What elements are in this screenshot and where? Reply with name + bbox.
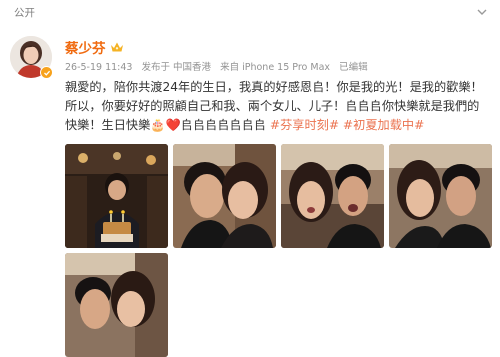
avatar-container[interactable]	[10, 36, 53, 79]
author-name[interactable]: 蔡少芬	[65, 37, 106, 57]
photo-couple-smile	[389, 144, 492, 248]
hashtag-fenxiang[interactable]: #芬享时刻#	[270, 118, 339, 132]
photo-couple-lean	[65, 253, 168, 357]
visibility-label: 公开	[14, 6, 35, 19]
photo-thumbnail[interactable]	[389, 144, 492, 248]
photo-thumbnail[interactable]	[65, 253, 168, 357]
photo-couple-selfie	[173, 144, 276, 248]
photo-birthday-cake	[65, 144, 168, 248]
photo-thumbnail[interactable]	[65, 144, 168, 248]
post-location: 发布于 中国香港	[141, 62, 212, 73]
post-time[interactable]: 26-5-19 11:43	[65, 62, 132, 73]
author-row: 蔡少芬	[65, 37, 124, 57]
edited-label[interactable]: 已编辑	[339, 62, 368, 73]
post-content: 親愛的，陪你共渡24年的生日，我真的好感恩𠂤！你是我的光！是我的歡樂！所以，你要…	[65, 78, 485, 135]
photo-thumbnail[interactable]	[173, 144, 276, 248]
hashtag-chuxia[interactable]: #初夏加载中#	[343, 118, 424, 132]
post-menu-button[interactable]	[474, 4, 490, 20]
post-meta: 26-5-19 11:43 发布于 中国香港 来自 iPhone 15 Pro …	[65, 59, 374, 73]
post-device: 来自 iPhone 15 Pro Max	[220, 62, 331, 73]
chevron-down-icon	[477, 9, 487, 15]
photo-couple-funny-face	[281, 144, 384, 248]
photo-thumbnail[interactable]	[281, 144, 384, 248]
post-header-bar: 公开	[0, 0, 500, 24]
verified-badge-icon	[40, 66, 53, 79]
crown-icon[interactable]	[110, 41, 124, 53]
